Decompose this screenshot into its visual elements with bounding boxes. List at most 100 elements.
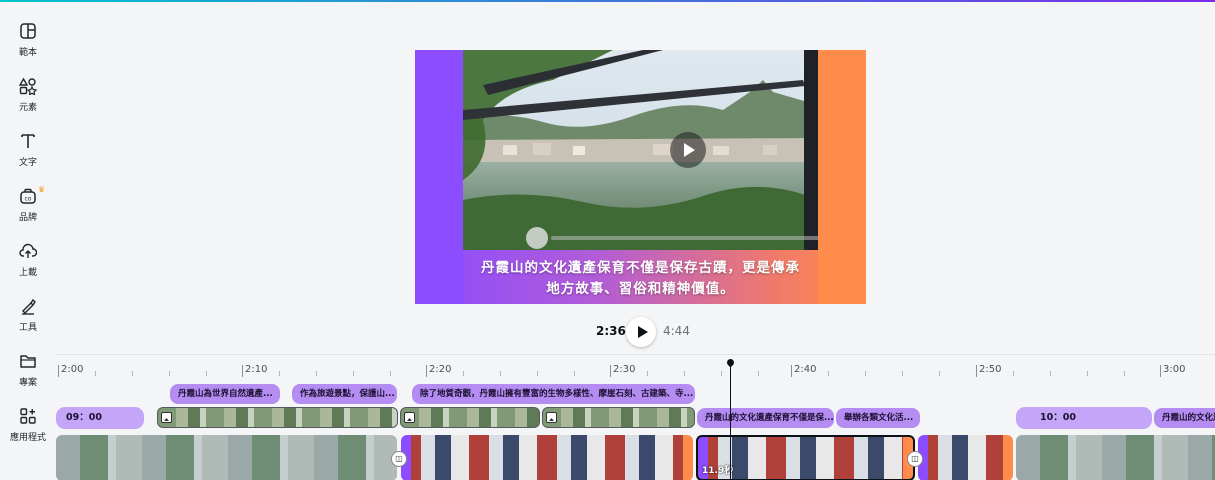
ruler-minor-tick (758, 371, 759, 376)
ruler-label: 2:30 (613, 364, 636, 375)
total-duration: 4:44 (663, 324, 690, 338)
caption-pill[interactable]: 除了地質奇觀，丹霞山擁有豐富的生物多樣性、摩崖石刻、古建築、寺... (412, 384, 695, 404)
timeline[interactable]: 2:00 2:10 2:20 2:30 2:40 2:50 3:00 丹霞山為世… (56, 354, 1215, 480)
ruler-minor-tick (828, 371, 829, 376)
video-scrub-bar[interactable] (551, 236, 818, 240)
time-text-pill[interactable]: 09：00 (56, 407, 144, 429)
caption-line-1: 丹霞山的文化遺產保育不僅是保存古蹟，更是傳承 (481, 260, 800, 276)
play-icon (637, 326, 648, 338)
timeline-ruler[interactable]: 2:00 2:10 2:20 2:30 2:40 2:50 3:00 (56, 355, 1215, 381)
transition-icon[interactable]: ◫ (907, 451, 923, 467)
caption-pill[interactable]: 舉辦各類文化活... (836, 408, 920, 428)
upload-icon (19, 243, 37, 258)
ruler-label: 2:00 (61, 364, 84, 375)
sidebar-item-templates[interactable]: 範本 (0, 16, 56, 66)
ruler-minor-tick (169, 371, 170, 376)
sidebar-item-label: 工具 (18, 323, 37, 333)
clip-duration: 11.9秒 (702, 466, 734, 476)
ruler-minor-tick (1050, 371, 1051, 376)
ruler-minor-tick (939, 371, 940, 376)
ruler-minor-tick (537, 371, 538, 376)
video-frame[interactable] (463, 50, 818, 250)
current-time: 2:36 (596, 324, 626, 338)
ruler-minor-tick (865, 371, 866, 376)
caption-pill[interactable]: 丹霞山為世界自然遺產... (170, 384, 280, 404)
ruler-label: 2:40 (794, 364, 817, 375)
text-icon (21, 134, 35, 148)
sidebar-item-text[interactable]: 文字 (0, 126, 56, 176)
sidebar-item-label: 文字 (18, 158, 37, 168)
sidebar-item-elements[interactable]: 元素 (0, 71, 56, 121)
apps-icon (20, 408, 36, 424)
ruler-tick (976, 365, 977, 377)
video-clip[interactable] (401, 435, 693, 480)
ruler-minor-tick (95, 371, 96, 376)
sidebar-item-projects[interactable]: 專案 (0, 346, 56, 396)
play-icon (684, 143, 695, 157)
ruler-minor-tick (206, 371, 207, 376)
sidebar-item-label: 品牌 (18, 213, 37, 223)
ruler-minor-tick (316, 371, 317, 376)
crown-icon: ♛ (38, 185, 46, 194)
sidebar-item-apps[interactable]: 應用程式 (0, 401, 56, 451)
ruler-minor-tick (353, 371, 354, 376)
ruler-minor-tick (132, 371, 133, 376)
ruler-minor-tick (500, 371, 501, 376)
time-text-pill[interactable]: 10：00 (1016, 407, 1152, 429)
transition-icon[interactable]: ◫ (391, 451, 407, 467)
left-sidebar: 範本 元素 文字 ♛ co 品牌 上載 工具 專案 應用程式 (0, 2, 56, 480)
ruler-tick (58, 365, 59, 377)
tools-icon (22, 298, 36, 315)
sidebar-item-label: 上載 (18, 268, 37, 278)
folder-icon (20, 355, 36, 368)
video-clip[interactable] (1016, 435, 1215, 480)
sidebar-item-label: 範本 (18, 48, 37, 58)
play-button[interactable] (626, 317, 656, 347)
ruler-minor-tick (463, 371, 464, 376)
elements-icon (19, 77, 37, 95)
svg-text:co: co (25, 196, 32, 203)
caption-pill[interactable]: 丹霞山的文化遺產保育不僅是保... (697, 408, 834, 428)
ruler-label: 2:20 (429, 364, 452, 375)
ruler-minor-tick (1124, 371, 1125, 376)
ruler-tick (610, 365, 611, 377)
video-clip[interactable] (918, 435, 1013, 480)
caption-pill[interactable]: 丹霞山的文化遺 (1154, 408, 1215, 428)
ruler-minor-tick (647, 371, 648, 376)
brand-icon: co (20, 188, 36, 204)
video-clip[interactable] (56, 435, 397, 480)
slide-caption[interactable]: 丹霞山的文化遺產保育不僅是保存古蹟，更是傳承 地方故事、習俗和精神價值。 (445, 258, 836, 300)
video-scrub-handle[interactable] (526, 227, 548, 249)
sidebar-item-upload[interactable]: 上載 (0, 236, 56, 286)
sidebar-item-label: 應用程式 (9, 433, 46, 443)
ruler-tick (242, 365, 243, 377)
top-accent-line (0, 0, 1215, 2)
image-layer-strip[interactable] (400, 407, 540, 428)
sidebar-item-tools[interactable]: 工具 (0, 291, 56, 341)
ruler-tick (1160, 365, 1161, 377)
ruler-label: 3:00 (1163, 364, 1186, 375)
ruler-minor-tick (390, 371, 391, 376)
sidebar-item-label: 元素 (18, 103, 37, 113)
time-pill-label: 10：00 (1040, 412, 1076, 423)
playhead[interactable] (730, 363, 731, 480)
ruler-minor-tick (902, 371, 903, 376)
scenery-image (463, 50, 818, 250)
caption-pill[interactable]: 作為旅遊景點，保護山... (292, 384, 397, 404)
ruler-tick (426, 365, 427, 377)
template-icon (20, 23, 36, 39)
image-icon (546, 412, 557, 423)
design-preview[interactable]: 丹霞山的文化遺產保育不僅是保存古蹟，更是傳承 地方故事、習俗和精神價值。 (415, 50, 866, 304)
ruler-minor-tick (1087, 371, 1088, 376)
image-icon (161, 412, 172, 423)
video-play-button[interactable] (670, 132, 706, 168)
image-layer-strip[interactable] (542, 407, 695, 428)
ruler-tick (791, 365, 792, 377)
ruler-minor-tick (684, 371, 685, 376)
ruler-minor-tick (1013, 371, 1014, 376)
video-clip-selected[interactable]: 11.9秒 (696, 435, 915, 480)
image-layer-strip[interactable] (157, 407, 398, 428)
sidebar-item-brand[interactable]: ♛ co 品牌 (0, 181, 56, 231)
ruler-minor-tick (574, 371, 575, 376)
ruler-label: 2:10 (245, 364, 268, 375)
